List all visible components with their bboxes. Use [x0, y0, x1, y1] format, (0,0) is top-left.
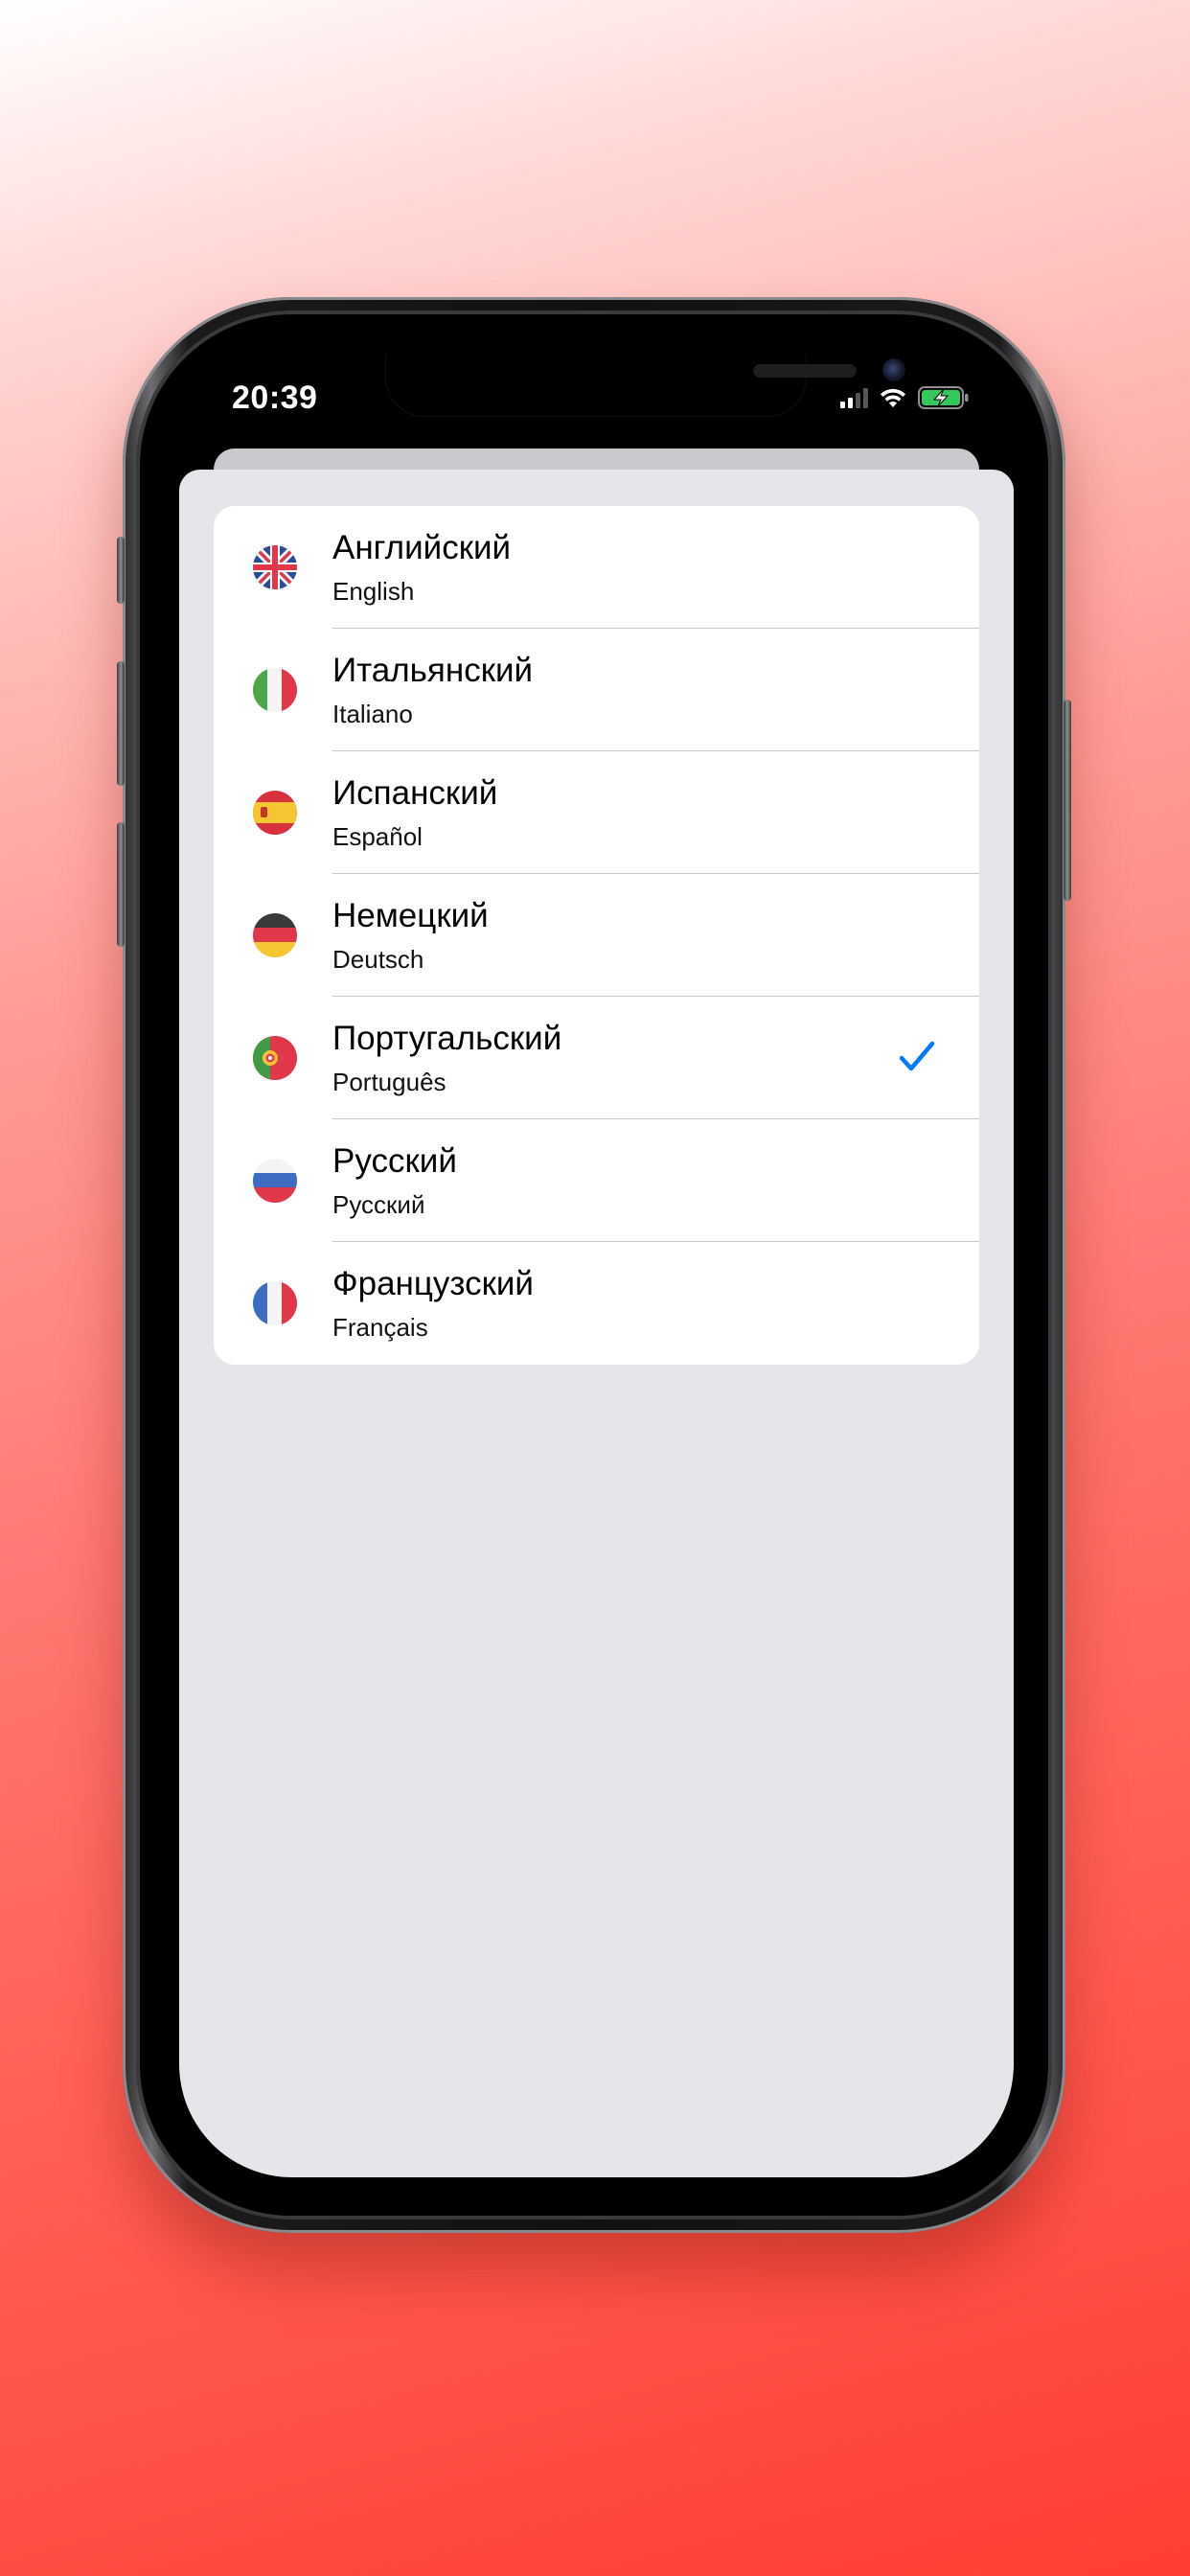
language-row-french[interactable]: Французский Français [214, 1242, 979, 1365]
portugal-flag-icon [253, 1036, 297, 1080]
language-row-russian[interactable]: Русский Русский [214, 1119, 979, 1242]
checkmark-icon [899, 1041, 935, 1071]
power-button [1064, 700, 1071, 901]
phone-screen: 20:39 Английский English Итальянский Ita… [179, 355, 1014, 2177]
status-bar: 20:39 [179, 355, 1014, 450]
language-row-spanish[interactable]: Испанский Español [214, 751, 979, 874]
language-name: Английский [332, 529, 512, 566]
italy-flag-icon [253, 668, 297, 712]
notch [386, 355, 905, 416]
language-native-name: Français [332, 1313, 428, 1342]
language-native-name: Português [332, 1068, 446, 1096]
language-row-german[interactable]: Немецкий Deutsch [214, 874, 979, 997]
language-name: Русский [332, 1142, 457, 1180]
language-native-name: Русский [332, 1190, 425, 1219]
language-native-name: Español [332, 822, 423, 851]
language-name: Немецкий [332, 897, 489, 934]
language-name: Португальский [332, 1020, 562, 1057]
battery-charging-icon [918, 386, 969, 409]
uk-flag-icon [253, 545, 297, 589]
front-camera [882, 358, 905, 381]
language-row-english[interactable]: Английский English [214, 506, 979, 629]
russia-flag-icon [253, 1159, 297, 1203]
status-time: 20:39 [232, 380, 318, 416]
language-name: Испанский [332, 774, 498, 812]
language-native-name: Deutsch [332, 945, 424, 974]
language-row-portuguese[interactable]: Португальский Português [214, 997, 979, 1119]
language-native-name: English [332, 577, 415, 606]
germany-flag-icon [253, 913, 297, 957]
wifi-icon [881, 388, 905, 407]
spain-flag-icon [253, 791, 297, 835]
earpiece-speaker [753, 364, 857, 378]
cellular-signal-icon [840, 387, 868, 408]
language-sheet: Английский English Итальянский Italiano [179, 470, 1014, 2177]
language-list: Английский English Итальянский Italiano [214, 506, 979, 1365]
volume-up-button [117, 661, 125, 786]
language-name: Итальянский [332, 652, 534, 689]
volume-down-button [117, 822, 125, 947]
status-icons [840, 383, 970, 412]
silent-switch [117, 537, 125, 604]
language-row-italian[interactable]: Итальянский Italiano [214, 629, 979, 751]
language-name: Французский [332, 1265, 534, 1302]
france-flag-icon [253, 1281, 297, 1325]
language-native-name: Italiano [332, 700, 413, 728]
